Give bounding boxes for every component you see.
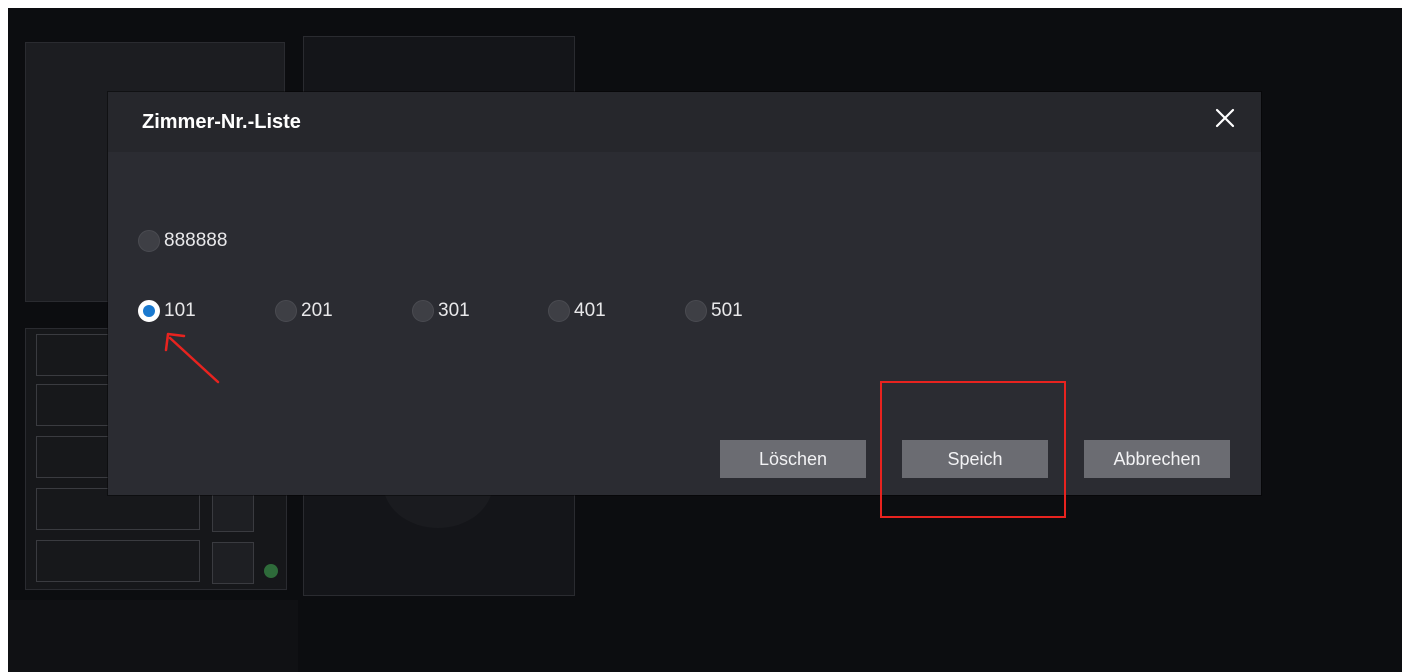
background-fan-icon — [212, 490, 254, 532]
background-bottom-panel — [8, 600, 298, 672]
room-label: 101 — [164, 300, 196, 321]
room-radio-401[interactable]: 401 — [548, 300, 606, 322]
screen: Zimmer-Nr.-Liste 888888 101 201 301 401 … — [8, 8, 1402, 672]
dialog-header: Zimmer-Nr.-Liste — [108, 92, 1261, 152]
radio-circle — [138, 230, 160, 252]
room-radio-101[interactable]: 101 — [138, 300, 196, 322]
room-radio-888888[interactable]: 888888 — [138, 230, 227, 252]
room-radio-301[interactable]: 301 — [412, 300, 470, 322]
delete-button[interactable]: Löschen — [720, 440, 866, 478]
room-list-dialog: Zimmer-Nr.-Liste 888888 101 201 301 401 … — [108, 92, 1261, 495]
room-radio-201[interactable]: 201 — [275, 300, 333, 322]
radio-circle — [548, 300, 570, 322]
dialog-title: Zimmer-Nr.-Liste — [142, 111, 301, 133]
room-radio-501[interactable]: 501 — [685, 300, 743, 322]
close-icon — [1215, 108, 1235, 128]
annotation-arrow-icon — [164, 332, 220, 384]
radio-circle-selected — [138, 300, 160, 322]
close-button[interactable] — [1211, 104, 1239, 132]
room-label: 888888 — [164, 230, 228, 251]
annotation-highlight-box — [880, 381, 1066, 518]
room-label: 301 — [438, 300, 470, 321]
background-fan-icon — [212, 542, 254, 584]
room-label: 201 — [301, 300, 333, 321]
room-label: 501 — [711, 300, 743, 321]
radio-circle — [685, 300, 707, 322]
background-row — [36, 540, 200, 582]
cancel-button[interactable]: Abbrechen — [1084, 440, 1230, 478]
radio-circle — [275, 300, 297, 322]
room-label: 401 — [574, 300, 606, 321]
background-status-dot — [264, 564, 278, 578]
radio-circle — [412, 300, 434, 322]
